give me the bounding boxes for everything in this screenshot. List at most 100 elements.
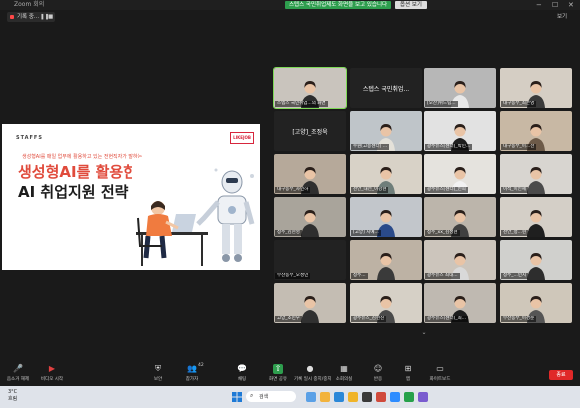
participant-display-name: 스텝스 국민취업... (362, 86, 410, 93)
participant-tile[interactable]: [고양] 지예... (350, 197, 422, 237)
teams-icon[interactable] (418, 392, 428, 402)
participant-tile[interactable]: 청주_김현영 (274, 197, 346, 237)
participant-name: 대구동부_최은영 (501, 101, 537, 107)
toolbar-button-participants[interactable]: 👥 참가자 42 (176, 362, 208, 386)
toolbar-button-apps[interactable]: ⊞ 앱 (392, 362, 424, 386)
windows-start-icon[interactable] (232, 392, 242, 402)
participant-name: 부산동부_오성민 (275, 273, 311, 279)
search-icon: ⌕ (250, 392, 254, 399)
toolbar-button-reaction[interactable]: ☺ 반응 (362, 362, 394, 386)
store-icon[interactable] (362, 392, 372, 402)
participant-tile[interactable]: 이석_이인혜 (500, 154, 572, 194)
toolbar-label: 앱 (405, 377, 411, 382)
participant-name: [오산]위드팀... (425, 101, 458, 107)
stop-recording-icon[interactable]: ■ (48, 12, 53, 22)
meeting-toolbar: 🎤 음소거 해제 ▶ 비디오 시작 ⛨ 보안 👥 참가자 42 💬 채팅 ⇧ 화면 공유 ● 기록 일시 중… (0, 362, 580, 386)
participant-tile[interactable]: 청주... (350, 240, 422, 280)
participant-video (527, 253, 545, 280)
participant-name: 수원[고용센터] ... (351, 144, 390, 150)
slide-subtitle: 생성형AI를 매일 업무에 활용하고 있는 전현직자가 말하는 (22, 154, 143, 160)
taskbar-search-text: 검색 (259, 394, 269, 400)
slide-logo: STAFFS (16, 135, 43, 141)
participant-tile[interactable]: 천안_정...현 (500, 197, 572, 237)
zoom-app-icon[interactable] (390, 392, 400, 402)
share-screen-icon: ⇧ (273, 364, 283, 374)
recording-indicator: 기록 중... ❚❚ ■ (7, 12, 55, 22)
apps-icon: ⊞ (404, 364, 412, 373)
participant-name: 고양_조민우 (275, 316, 302, 322)
file-explorer-icon[interactable] (320, 392, 330, 402)
participant-tile[interactable]: 부산동부_이경준 (500, 283, 572, 323)
participant-tile[interactable]: 대구동부_이...선 (500, 111, 572, 151)
toolbar-button-chat[interactable]: 💬 채팅 (226, 362, 258, 386)
participant-name: 청주... (351, 273, 368, 279)
minimize-icon[interactable]: − (536, 0, 542, 10)
slide-title-line2: AI 취업지원 전략 (18, 183, 129, 201)
weather-widget[interactable]: 3°C 흐림 (8, 389, 17, 403)
participant-name: 광주유스(센터)_최... (425, 316, 469, 322)
participant-name: 광주유스_김현진 (351, 316, 387, 322)
maximize-icon[interactable]: ☐ (552, 0, 558, 10)
toolbar-button-breakout[interactable]: ▦ 소회의실 (328, 362, 360, 386)
participant-tile[interactable]: 천안_대전_이강현 (350, 154, 422, 194)
task-view-icon[interactable] (306, 392, 316, 402)
edge-browser-icon[interactable] (334, 392, 344, 402)
participant-gallery: 스텝스 국민취업...의 화면 스텝스 국민취업... [오산]위드팀... 대구동부… (273, 67, 579, 325)
participant-tile[interactable]: 광주유스[센터]_박민... (424, 111, 496, 151)
toolbar-button-microphone[interactable]: 🎤 음소거 해제 (2, 362, 34, 386)
participant-name: 천안_대전_이강현 (351, 187, 389, 193)
participant-tile[interactable]: 스텝스 국민취업... (350, 68, 422, 108)
video-icon: ▶ (48, 364, 56, 373)
participant-name: 대구동부_차민하 (275, 187, 311, 193)
participant-tile[interactable]: 스텝스 국민취업...의 화면 (273, 67, 347, 109)
participant-tile[interactable]: 광주유스 최태... (424, 240, 496, 280)
participant-tile[interactable]: 광주유스_김현진 (350, 283, 422, 323)
recording-label: 기록 중... (17, 14, 40, 20)
participant-name: 대구동부_이...선 (501, 144, 537, 150)
participant-tile[interactable]: 광주유스[센터]_인희 (424, 154, 496, 194)
toolbar-label: 화면 공유 (269, 377, 287, 382)
toolbar-label: 채팅 (237, 377, 247, 382)
shield-icon: ⛨ (155, 364, 161, 373)
screen-share-banner: 스텝스 국민취업제도 화면을 보고 있습니다 (285, 1, 392, 9)
taskbar-search-box[interactable]: ⌕ 검색 (246, 391, 296, 402)
participant-name: 천안_정...현 (501, 230, 529, 236)
toolbar-button-record[interactable]: ● 기록 일시 중지/중지 (294, 362, 332, 386)
participant-tile[interactable]: 수원[고용센터] ... (350, 111, 422, 151)
view-button[interactable]: 보기 (557, 12, 567, 20)
toolbar-button-video[interactable]: ▶ 비디오 시작 (36, 362, 68, 386)
participant-tile[interactable]: 청주_...민지 (500, 240, 572, 280)
participant-tile[interactable]: 청주_xx_김성현 (424, 197, 496, 237)
participant-tile[interactable]: 광주유스(센터)_최... (424, 283, 496, 323)
participants-icon: 👥 (187, 364, 197, 373)
participant-name: 광주유스 최태... (425, 273, 460, 279)
breakout-icon: ▦ (340, 364, 348, 373)
excel-icon[interactable] (404, 392, 414, 402)
participant-video (301, 296, 319, 323)
participant-video (527, 210, 545, 237)
toolbar-button-share-screen[interactable]: ⇧ 화면 공유 (262, 362, 294, 386)
participant-tile[interactable]: 고양_조민우 (274, 283, 346, 323)
view-options-button[interactable]: 옵션 보기 (395, 1, 427, 9)
participant-tile[interactable]: 부산동부_오성민 (274, 240, 346, 280)
powerpoint-icon[interactable] (376, 392, 386, 402)
participant-tile[interactable]: [오산]위드팀... (424, 68, 496, 108)
participant-tile[interactable]: 대구동부_최은영 (500, 68, 572, 108)
toolbar-label: 화이트보드 (429, 377, 451, 382)
participant-name: 광주유스[센터]_박민... (425, 144, 473, 150)
toolbar-button-whiteboard[interactable]: ▭ 화이트보드 (424, 362, 456, 386)
participant-name: 부산동부_이경준 (501, 316, 537, 322)
windows-taskbar: 3°C 흐림 ⌕ 검색 (0, 386, 580, 408)
chat-icon: 💬 (237, 364, 247, 373)
chrome-browser-icon[interactable] (348, 392, 358, 402)
participant-tile[interactable]: [고양]_조정욱 (274, 111, 346, 151)
scroll-down-icon[interactable]: ⌄ (419, 330, 429, 336)
toolbar-button-shield[interactable]: ⛨ 보안 (142, 362, 174, 386)
close-icon[interactable]: ✕ (568, 0, 574, 10)
toolbar-label: 참가자 (185, 377, 199, 382)
participant-tile[interactable]: 대구동부_차민하 (274, 154, 346, 194)
slide-badge: LIKEJOB (230, 132, 254, 144)
end-meeting-button[interactable]: 종료 (549, 370, 573, 380)
participant-video (301, 210, 319, 237)
reaction-icon: ☺ (373, 364, 383, 373)
